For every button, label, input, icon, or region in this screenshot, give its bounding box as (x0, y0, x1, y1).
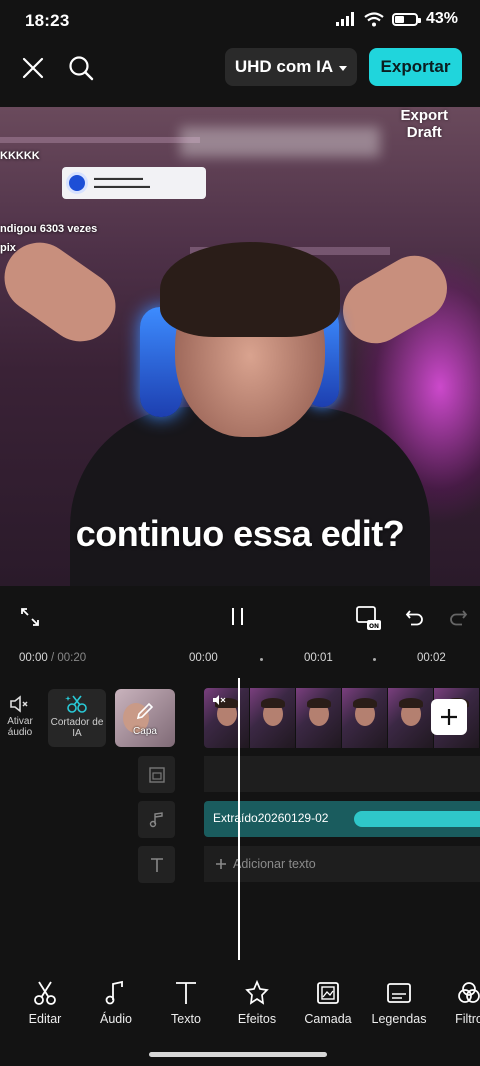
status-time: 18:23 (25, 11, 70, 30)
close-button[interactable] (19, 54, 47, 82)
tool-audio[interactable]: Áudio (81, 980, 151, 1026)
filter-circles-icon (458, 982, 480, 1003)
enable-audio-button[interactable]: Ativar áudio (2, 695, 38, 738)
audio-clip-label: Extraído20260129-02 (213, 811, 329, 825)
overlay-track-button[interactable] (138, 756, 175, 793)
plus-icon (441, 709, 457, 725)
close-icon (22, 57, 44, 79)
overlay-lane[interactable] (204, 756, 480, 792)
svg-text:ON: ON (369, 623, 379, 630)
search-icon (69, 56, 94, 81)
ruler-tick: 00:01 (304, 652, 333, 664)
fullscreen-icon (21, 608, 39, 626)
wifi-icon (364, 11, 384, 26)
ruler-tick: 00:02 (417, 652, 446, 664)
battery-percent: 43% (425, 10, 458, 27)
sparkle-star-icon (245, 980, 269, 1005)
pause-button[interactable] (232, 608, 243, 625)
overlay-text: KKKKK (0, 150, 40, 162)
status-bar: 18:23 43% (0, 0, 480, 44)
scissors-icon (34, 981, 56, 1005)
tool-text[interactable]: Texto (151, 980, 221, 1026)
time-ruler: 00:00 / 00:20 00:00 00:01 00:02 (0, 648, 480, 672)
battery-icon (391, 12, 421, 26)
status-icons: 43% (335, 10, 458, 28)
bottom-toolbar: Editar Áudio Texto Efeitos Camada Legend… (0, 980, 480, 1040)
export-button[interactable]: Exportar (369, 48, 462, 86)
video-preview[interactable]: ▬▬▬▬▬▬▬ ▬▬▬▬▬▬▬▬ KKKKK ndigou 6303 vezes … (0, 107, 480, 586)
tool-captions[interactable]: Legendas (364, 980, 434, 1026)
tool-layer[interactable]: Camada (293, 980, 363, 1026)
video-frame (388, 688, 434, 748)
video-frame (250, 688, 296, 748)
layer-image-icon (317, 982, 339, 1004)
chevron-down-icon (339, 65, 348, 71)
stream-donation-badge: ▬▬▬▬▬▬▬ ▬▬▬▬▬▬▬▬ (62, 167, 206, 199)
ai-cutter-button[interactable]: Cortador de IA (48, 689, 106, 747)
overlay-text: ndigou 6303 vezes (0, 223, 98, 235)
music-note-icon (105, 980, 123, 1005)
time-readout: 00:00 / 00:20 (19, 652, 87, 664)
video-frame (204, 688, 250, 748)
clip-muted-icon (213, 695, 226, 705)
fullscreen-button[interactable] (19, 606, 41, 628)
tool-edit[interactable]: Editar (10, 980, 80, 1026)
audio-track-button[interactable] (138, 801, 175, 838)
ai-scissors-icon (65, 695, 87, 713)
home-indicator[interactable] (149, 1052, 327, 1057)
redo-button[interactable] (447, 606, 469, 628)
keyframe-on-icon: ON (356, 606, 381, 630)
overlay-text: pix (0, 242, 16, 254)
tool-filter[interactable]: Filtro (434, 980, 480, 1026)
undo-icon (405, 610, 423, 626)
undo-button[interactable] (404, 606, 426, 628)
tool-effects[interactable]: Efeitos (222, 980, 292, 1026)
redo-icon (450, 610, 468, 626)
signal-icon (335, 12, 354, 26)
music-note-icon (149, 811, 163, 827)
captions-icon (387, 983, 411, 1003)
plus-icon (216, 859, 226, 869)
audio-clip[interactable]: Extraído20260129-02 (204, 801, 480, 837)
search-button[interactable] (66, 53, 96, 83)
badge-logo-icon (66, 172, 88, 194)
text-icon (150, 857, 163, 872)
quality-label: UHD com IA (234, 57, 334, 76)
add-text-lane[interactable]: Adicionar texto (204, 846, 480, 882)
editor-topbar: UHD com IA Exportar (0, 44, 480, 106)
playback-controls: ON (0, 596, 480, 640)
text-track-button[interactable] (138, 846, 175, 883)
keyframe-on-button[interactable]: ON (354, 604, 384, 632)
edit-pencil-icon (136, 702, 154, 720)
playhead[interactable] (238, 678, 240, 960)
export-draft-watermark: Export Draft (400, 107, 448, 141)
ruler-tick: 00:00 (189, 652, 218, 664)
video-caption: continuo essa edit? (75, 513, 405, 554)
speaker-muted-icon (10, 695, 28, 713)
picture-in-picture-icon (148, 766, 165, 783)
audio-waveform (354, 811, 480, 827)
video-frame (342, 688, 388, 748)
video-frame (296, 688, 342, 748)
cover-button[interactable]: Capa (115, 689, 175, 747)
quality-dropdown[interactable]: UHD com IA (225, 48, 357, 86)
add-clip-button[interactable] (431, 699, 467, 735)
text-icon (176, 982, 196, 1004)
